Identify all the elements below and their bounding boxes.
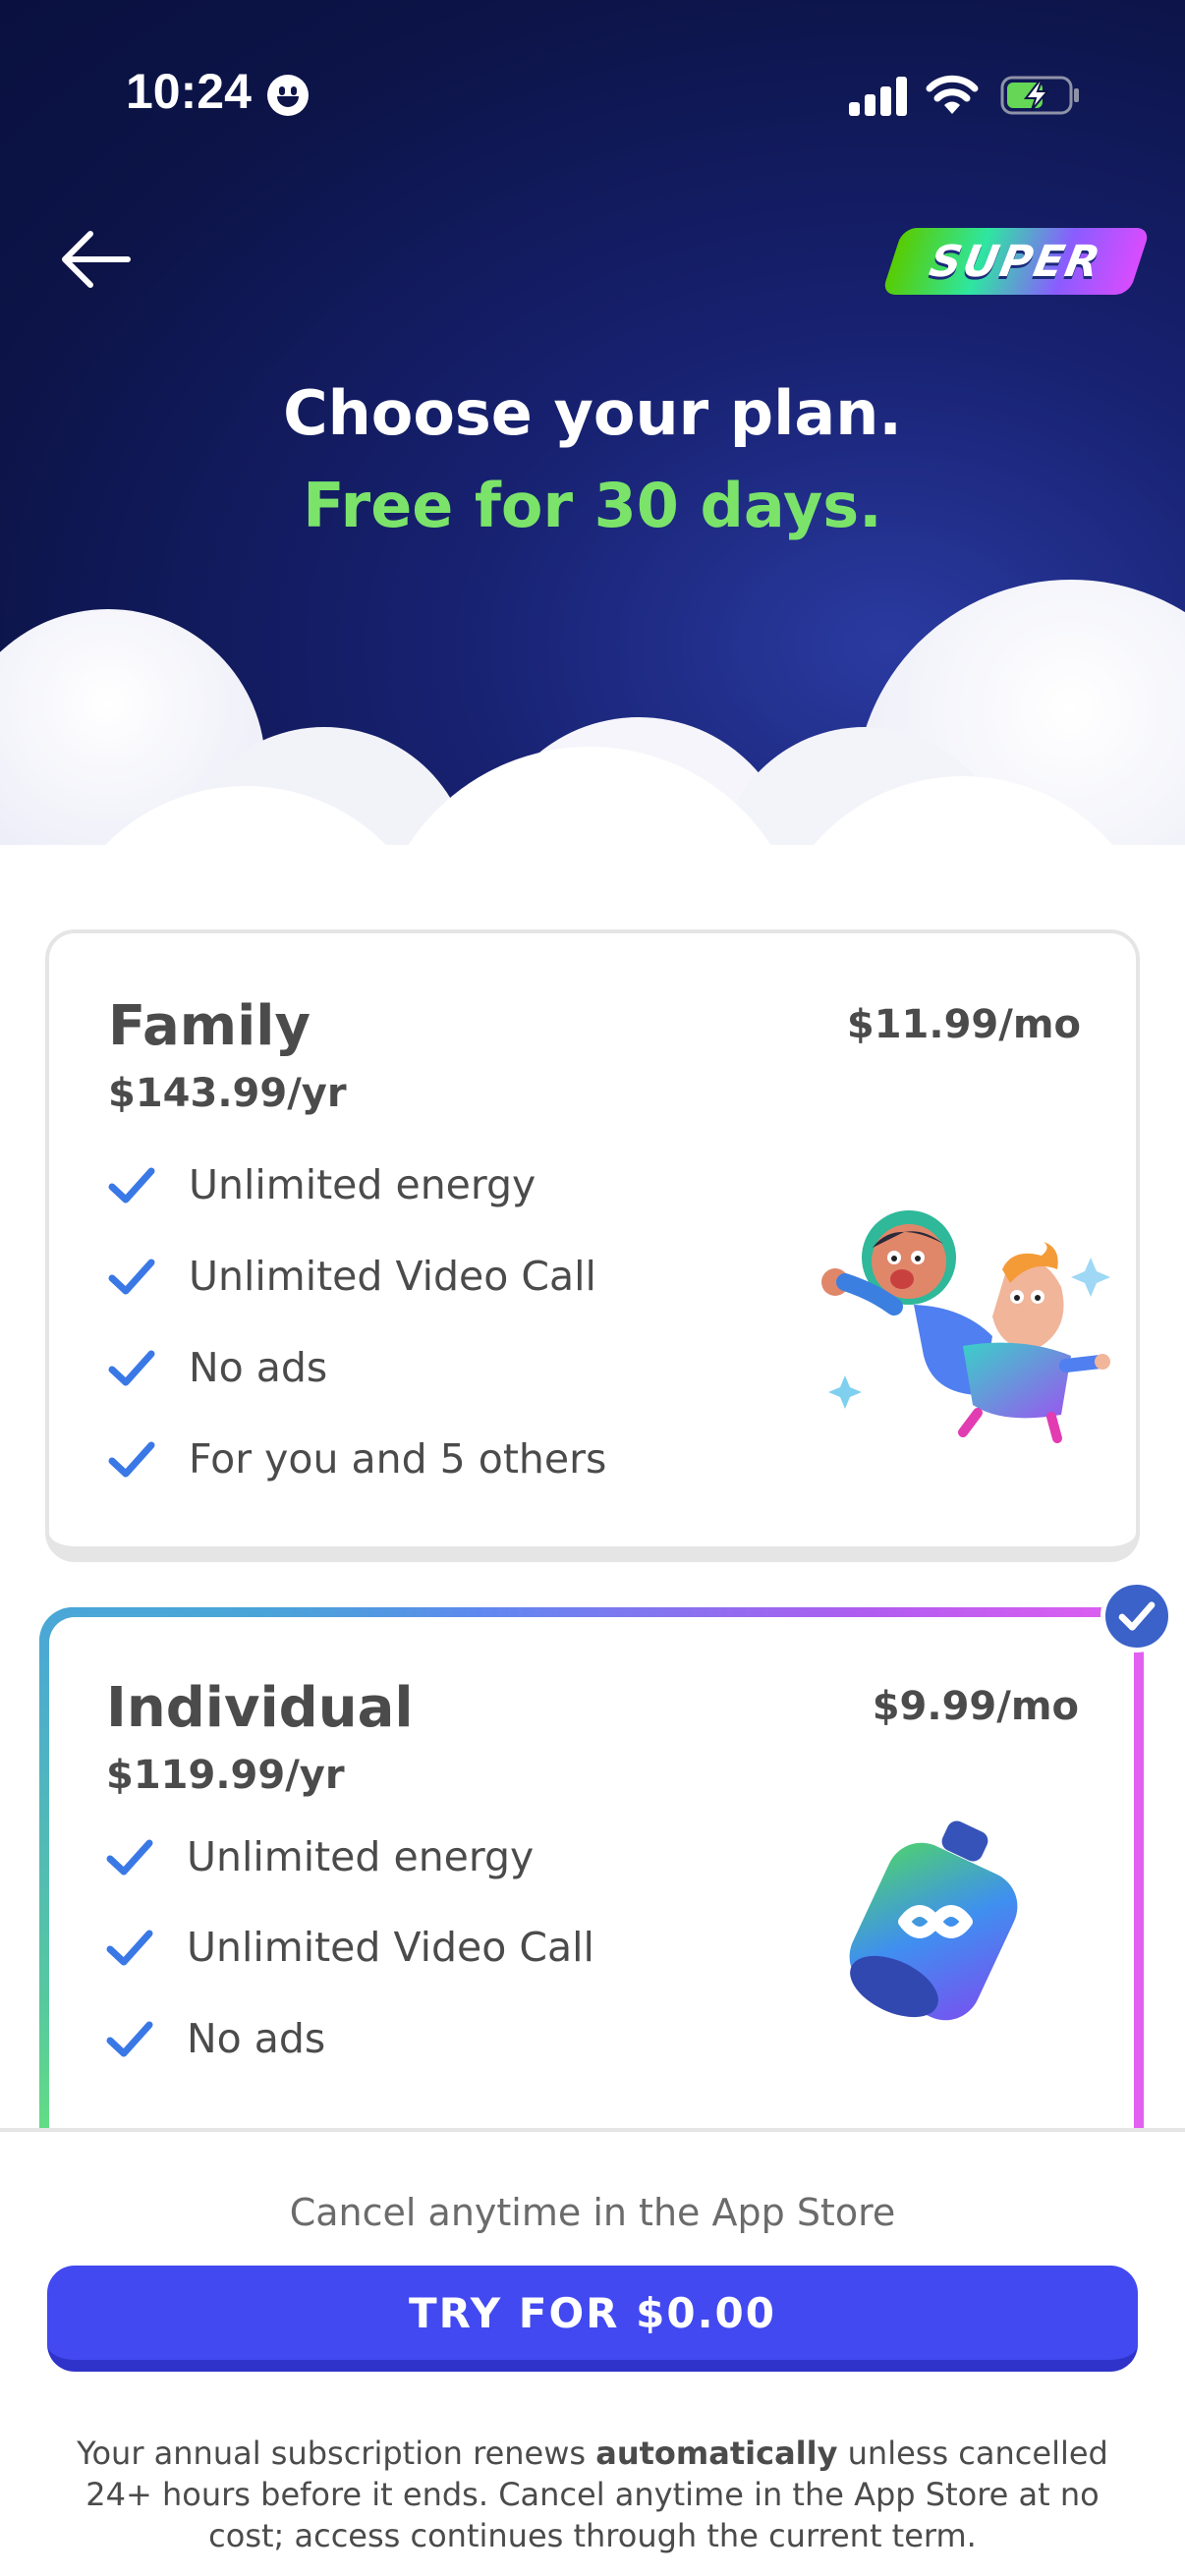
bottom-panel: Cancel anytime in the App Store TRY FOR …	[0, 2128, 1185, 2576]
plan-name: Individual	[106, 1676, 414, 1740]
feature-label: For you and 5 others	[189, 1435, 607, 1483]
hero-header: 10:24 SUPER Choose your plan. Free for 3…	[0, 0, 1185, 924]
feature-item: Unlimited Video Call	[108, 1247, 596, 1306]
check-icon	[108, 1259, 155, 1295]
super-badge: SUPER	[880, 228, 1152, 295]
feature-label: Unlimited Video Call	[187, 1924, 594, 1971]
feature-item: Unlimited Video Call	[106, 1918, 594, 1977]
battery-charging-icon	[1000, 76, 1079, 115]
wifi-icon	[926, 75, 979, 114]
clouds-decoration	[0, 580, 1185, 924]
feature-label: Unlimited energy	[187, 1833, 535, 1880]
cancel-note: Cancel anytime in the App Store	[289, 2191, 896, 2234]
check-icon	[108, 1441, 155, 1478]
feature-label: No ads	[189, 1344, 328, 1391]
family-characters-illustration	[821, 1210, 1110, 1443]
plan-monthly-price: $9.99/mo	[872, 1684, 1079, 1729]
legal-text-bold: automatically	[595, 2435, 838, 2472]
super-badge-label: SUPER	[926, 236, 1106, 287]
plan-yearly-price: $143.99/yr	[108, 1071, 347, 1116]
cellular-signal-icon	[849, 77, 908, 116]
page-title: Choose your plan.	[283, 377, 902, 449]
check-icon	[108, 1350, 155, 1386]
status-time: 10:24	[126, 64, 252, 119]
check-icon	[106, 2021, 153, 2057]
plan-card-family[interactable]: Family $11.99/mo $143.99/yr Unlimited en…	[45, 929, 1140, 1562]
check-icon	[106, 1930, 153, 1966]
feature-item: Unlimited energy	[108, 1155, 536, 1214]
selected-check-icon	[1100, 1580, 1173, 1652]
smiley-icon	[267, 75, 309, 116]
try-for-free-button[interactable]: TRY FOR $0.00	[47, 2266, 1138, 2372]
check-icon	[106, 1839, 153, 1876]
status-bar: 10:24	[0, 0, 1185, 196]
feature-item: For you and 5 others	[108, 1429, 606, 1488]
feature-item: No ads	[106, 2009, 325, 2068]
feature-label: Unlimited energy	[189, 1161, 536, 1208]
feature-label: No ads	[187, 2015, 326, 2062]
check-icon	[108, 1167, 155, 1204]
feature-item: Unlimited energy	[106, 1827, 534, 1886]
legal-text-prefix: Your annual subscription renews	[77, 2435, 596, 2472]
feature-item: No ads	[108, 1338, 327, 1397]
energy-battery-icon	[849, 1820, 1018, 2021]
plan-name: Family	[108, 994, 311, 1058]
legal-disclaimer: Your annual subscription renews automati…	[59, 2433, 1126, 2556]
plan-yearly-price: $119.99/yr	[106, 1753, 345, 1798]
feature-label: Unlimited Video Call	[189, 1253, 596, 1300]
page-subtitle: Free for 30 days.	[303, 470, 882, 541]
plan-monthly-price: $11.99/mo	[846, 1002, 1081, 1047]
arrow-left-icon[interactable]	[59, 228, 132, 291]
